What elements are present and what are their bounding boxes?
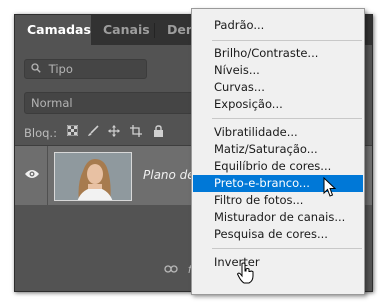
- menu-item-inverter[interactable]: Inverter: [193, 254, 363, 271]
- lock-label: Bloq.:: [24, 126, 57, 140]
- hand-cursor-icon: [236, 262, 254, 284]
- layer-thumbnail: [54, 152, 132, 201]
- brush-icon[interactable]: [86, 125, 100, 139]
- menu-item-filtro-de-fotos[interactable]: Filtro de fotos...: [193, 192, 363, 209]
- tab-channels[interactable]: Canais: [91, 15, 153, 45]
- blend-mode-select[interactable]: Normal: [24, 92, 214, 114]
- menu-item-preto-e-branco[interactable]: Preto-e-branco...: [193, 175, 363, 192]
- crop-icon[interactable]: [129, 125, 143, 139]
- menu-item-matiz-saturacao[interactable]: Matiz/Saturação...: [193, 141, 363, 158]
- adjustment-layer-menu: Padrão... Brilho/Contraste... Níveis... …: [191, 8, 365, 295]
- menu-separator: [212, 40, 362, 41]
- search-icon: [31, 61, 45, 79]
- menu-item-brilho-contraste[interactable]: Brilho/Contraste...: [193, 45, 363, 62]
- layer-name[interactable]: Plano de: [143, 168, 195, 182]
- menu-item-curvas[interactable]: Curvas...: [193, 79, 363, 96]
- menu-item-niveis[interactable]: Níveis...: [193, 62, 363, 79]
- tab-layers[interactable]: Camadas: [15, 15, 91, 45]
- checkerboard-icon[interactable]: [65, 124, 79, 139]
- menu-item-misturador-de-canais[interactable]: Misturador de canais...: [193, 209, 363, 226]
- visibility-eye-icon[interactable]: [24, 168, 40, 182]
- menu-item-exposicao[interactable]: Exposição...: [193, 96, 363, 113]
- link-icon[interactable]: [164, 263, 178, 277]
- lock-icon[interactable]: [151, 125, 165, 139]
- layer-filter-field[interactable]: Tipo: [24, 59, 147, 79]
- menu-separator: [212, 118, 362, 119]
- visibility-column-divider: [47, 146, 48, 205]
- move-icon[interactable]: [107, 125, 121, 139]
- menu-item-equilibrio-de-cores[interactable]: Equilíbrio de cores...: [193, 158, 363, 175]
- menu-item-padrao[interactable]: Padrão...: [193, 17, 363, 34]
- menu-item-vibratilidade[interactable]: Vibratilidade...: [193, 124, 363, 141]
- menu-separator: [212, 248, 362, 249]
- mouse-pointer-icon: [323, 177, 337, 197]
- search-placeholder: Tipo: [48, 62, 73, 76]
- menu-item-pesquisa-de-cores[interactable]: Pesquisa de cores...: [193, 226, 363, 243]
- blend-mode-value: Normal: [31, 96, 73, 110]
